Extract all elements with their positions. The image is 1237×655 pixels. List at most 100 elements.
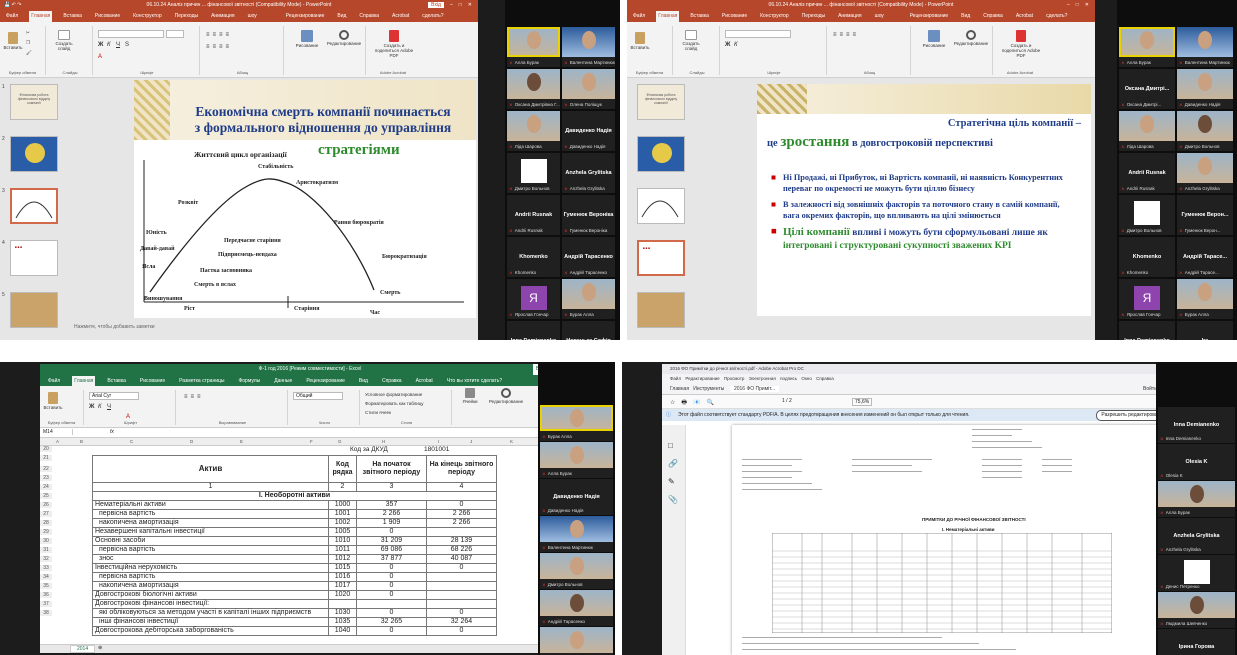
participant-tile[interactable]: ⨯ Валентина Мартинюк [1177,27,1233,67]
participant-tile[interactable]: ⨯ Алла Бурак [507,27,560,67]
row-end-value[interactable] [426,581,497,591]
row-code[interactable]: 1015 [328,563,357,573]
column-header[interactable]: K [510,439,513,444]
row-start-value[interactable]: 0 [356,572,427,582]
italic-button[interactable]: К [98,404,102,410]
font-name-box[interactable] [725,30,791,38]
row-code[interactable]: 1016 [328,572,357,582]
row-name[interactable]: накопичена амортизація [92,518,329,528]
ribbon-tab[interactable]: Вид [959,11,972,22]
row-start-value[interactable]: 69 086 [356,545,427,555]
row-number[interactable]: 35 [40,583,52,589]
row-name[interactable]: Нематеріальні активи [92,500,329,510]
row-start-value[interactable] [356,599,427,609]
row-number[interactable]: 24 [40,484,52,490]
participant-tile[interactable]: Andrii Rusnak ⨯ Andrii Rusnak [1119,153,1175,193]
row-end-value[interactable]: 0 [426,563,497,573]
ribbon-tab[interactable]: Файл [631,11,647,22]
row-name[interactable]: первісна вартість [92,572,329,582]
participant-tile[interactable]: ⨯ Ліда Шарова [1119,111,1175,151]
ribbon-tab[interactable]: Acrobat [414,376,435,386]
row-number[interactable]: 21 [40,455,52,461]
participant-tile[interactable]: Khomenko ⨯ Khomenko [1119,237,1175,277]
participant-tile[interactable]: ⨯ Ліда Шарова [507,111,560,151]
row-end-value[interactable]: 0 [426,500,497,510]
participant-tile[interactable]: ⨯ Дмитро Вольнов [1177,111,1233,151]
participant-tile[interactable]: Оксана Дмитрі... ⨯ Оксана Дмитрі... [1119,69,1175,109]
format-painter-icon[interactable]: 🖌 [26,50,32,56]
row-number[interactable]: 37 [40,601,52,607]
tab-tools[interactable]: Инструменты [693,386,724,392]
row-name[interactable]: Довгострокові біологічні активи [92,590,329,600]
new-slide-button[interactable]: Создать слайд [52,30,76,51]
ribbon-tab[interactable]: Acrobat [390,11,411,22]
participant-tile[interactable]: ⨯ Бурак Алла [1177,279,1233,319]
column-header[interactable]: J [470,439,472,444]
add-sheet-icon[interactable]: ⊕ [98,645,102,651]
row-code[interactable]: 1002 [328,518,357,528]
column-header[interactable]: D [190,439,193,444]
ribbon-tab[interactable]: Рецензирование [304,376,347,386]
ribbon-tab[interactable]: Конструктор [131,11,164,22]
row-start-value[interactable]: 32 265 [356,617,427,627]
participant-tile[interactable]: ⨯ Оксана Дмитрівна Г... [507,69,560,109]
participant-tile[interactable]: Невецька Софія⨯Невецька Софія [562,321,615,340]
slide-thumb-4[interactable]: ■ ■ ■ [637,240,685,276]
sheet-tab-2014[interactable]: 2014 [70,645,96,653]
participant-tile[interactable]: Андрій Тарасе... ⨯ Андрій Тарасе... [1177,237,1233,277]
row-number[interactable]: 31 [40,547,52,553]
row-number[interactable]: 25 [40,493,52,499]
underline-button[interactable]: Ч [116,42,120,48]
slide-thumb-5[interactable] [637,292,685,328]
restore-icon[interactable]: □ [459,2,462,8]
row-code[interactable]: 1017 [328,581,357,591]
slide-thumb-3[interactable] [10,188,58,224]
editing-button[interactable]: Редактирование [326,30,362,46]
signin-button[interactable]: Войти [1143,383,1157,395]
row-end-value[interactable]: 68 226 [426,545,497,555]
participant-tile[interactable]: ⨯ Валентина Мартинюк [562,27,615,67]
participant-tile[interactable]: Я ⨯ Ярослав Гончар [507,279,560,319]
minimize-icon[interactable]: – [450,2,453,8]
paste-button[interactable]: Вставить [43,392,63,410]
tab-document[interactable]: 2016 ФО Приміт... [729,386,780,392]
row-start-value[interactable]: 357 [356,500,427,510]
row-name[interactable]: які обліковуються за методом участі в ка… [92,608,329,618]
bold-button[interactable]: Ж [89,404,94,410]
italic-button[interactable]: К [734,42,738,48]
row-name[interactable]: накопичена амортизація [92,581,329,591]
row-code[interactable]: 1001 [328,509,357,519]
participant-tile[interactable]: ⨯ Олена Поліщук [562,69,615,109]
participant-tile[interactable]: Ірина Горова⨯Ірина Горова [1158,629,1235,655]
italic-button[interactable]: К [107,42,111,48]
participant-tile[interactable]: Ira⨯Ira [1177,321,1233,340]
row-name[interactable]: інші фінансові інвестиції [92,617,329,627]
column-header[interactable]: A [56,439,59,444]
ribbon-tab[interactable]: Формулы [236,376,262,386]
ribbon-tab[interactable]: Вставка [105,376,128,386]
left-rail-icons[interactable]: □ 🔗 ✎ 📎 [668,437,678,509]
strike-button[interactable]: S [125,42,129,48]
copy-icon[interactable]: ❐ [26,40,30,46]
ribbon-tab[interactable]: Главная [656,11,680,22]
participant-tile[interactable]: ⨯ Дмитро Вольнов [507,153,560,193]
ribbon-tab[interactable]: Рисование [93,11,122,22]
ribbon-tab[interactable]: Справка [981,11,1005,22]
ribbon-tab[interactable]: Рисование [138,376,167,386]
column-header[interactable]: H [382,439,385,444]
ribbon-tab[interactable]: Что вы хотите сделать? [445,376,504,386]
font-name-box[interactable]: Arial Cyr [89,392,139,400]
row-name[interactable]: Незавершені капітальні інвестиції [92,527,329,537]
participant-tile[interactable]: Гуменюк Вероніка ⨯ Гуменюк Вероніка [562,195,615,235]
row-start-value[interactable]: 0 [356,527,427,537]
row-end-value[interactable] [426,590,497,600]
row-end-value[interactable]: 0 [426,626,497,636]
row-number[interactable]: 28 [40,520,52,526]
row-code[interactable]: 1012 [328,554,357,564]
editing-button[interactable]: Редактирование [486,388,526,404]
row-number[interactable]: 20 [40,446,52,452]
row-end-value[interactable]: 32 264 [426,617,497,627]
close-icon[interactable]: ✕ [1085,2,1089,8]
ribbon-tab[interactable]: Справка [357,11,381,22]
ribbon-tab[interactable]: Переходы [800,11,827,22]
